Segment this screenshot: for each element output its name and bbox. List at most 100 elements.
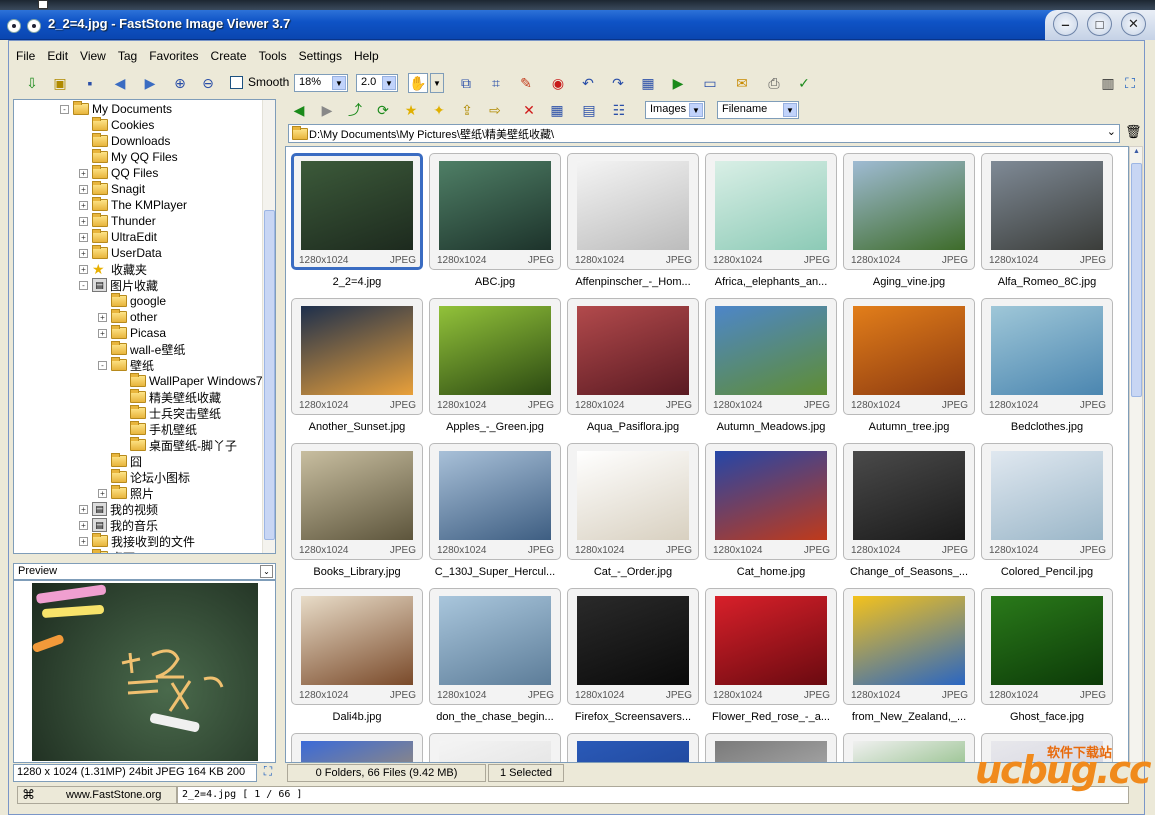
- previous-icon[interactable]: ◀: [110, 73, 130, 93]
- minimize-button[interactable]: ‒: [1053, 12, 1078, 36]
- thumbnail-filename[interactable]: Africa,_elephants_an...: [701, 276, 841, 288]
- zoom-out-icon[interactable]: ⊖: [198, 73, 218, 93]
- slideshow-icon[interactable]: ▶: [668, 73, 688, 93]
- thumbnail-filename[interactable]: Autumn_tree.jpg: [839, 421, 979, 433]
- tree-scrollbar[interactable]: [262, 100, 275, 553]
- thumbnail-item[interactable]: 1280x1024 JPEG: [429, 298, 561, 415]
- scroll-up-icon[interactable]: ▲: [1131, 148, 1142, 160]
- tree-item[interactable]: + UserData: [79, 245, 162, 261]
- view-filter-select[interactable]: Images ▼: [645, 101, 705, 119]
- red-eye-icon[interactable]: ◉: [548, 73, 568, 93]
- window-menu-icon[interactable]: [7, 19, 21, 33]
- print-icon[interactable]: ⎙: [764, 73, 784, 93]
- tree-item[interactable]: Cookies: [79, 117, 154, 133]
- refresh-icon[interactable]: ⟳: [373, 100, 393, 120]
- thumbnail-item[interactable]: 1280x1024 JPEG: [843, 588, 975, 705]
- forward-icon[interactable]: ▶: [317, 100, 337, 120]
- scale-select[interactable]: 2.0 ▼: [356, 74, 398, 92]
- thumbnail-filename[interactable]: Cat_-_Order.jpg: [563, 566, 703, 578]
- thumbnail-item[interactable]: 1280x1024 JPEG: [981, 443, 1113, 560]
- fullscreen-icon[interactable]: ▭: [700, 73, 720, 93]
- chevron-down-icon[interactable]: ⌄: [1107, 125, 1116, 138]
- thumbnail-filename[interactable]: Apples_-_Green.jpg: [425, 421, 565, 433]
- thumbnail-filename[interactable]: Books_Library.jpg: [287, 566, 427, 578]
- thumbnail-scroll-thumb[interactable]: [1131, 163, 1142, 397]
- thumbnail-item[interactable]: [705, 733, 837, 762]
- tree-item[interactable]: Downloads: [79, 133, 170, 149]
- menu-edit[interactable]: Edit: [41, 47, 74, 67]
- tree-item[interactable]: 桌面壁纸-脚丫子: [117, 437, 237, 453]
- thumbnail-item[interactable]: 1280x1024 JPEG: [705, 298, 837, 415]
- menu-file[interactable]: File: [10, 47, 41, 67]
- chevron-down-icon[interactable]: ⌄: [260, 565, 273, 578]
- thumbnail-item[interactable]: 1280x1024 JPEG: [291, 153, 423, 270]
- thumbnail-filename[interactable]: from_New_Zealand,_...: [839, 711, 979, 723]
- folder-up-icon[interactable]: ⤴: [345, 100, 365, 120]
- thumbnail-filename[interactable]: Autumn_Meadows.jpg: [701, 421, 841, 433]
- menu-help[interactable]: Help: [348, 47, 385, 67]
- tree-item[interactable]: + The KMPlayer: [79, 197, 187, 213]
- thumbnail-item[interactable]: 1280x1024 JPEG: [567, 153, 699, 270]
- thumbnail-filename[interactable]: Firefox_Screensavers...: [563, 711, 703, 723]
- sort-select[interactable]: Filename ▼: [717, 101, 799, 119]
- compare-icon[interactable]: ▦: [638, 73, 658, 93]
- tree-item[interactable]: + other: [98, 309, 157, 325]
- tree-item[interactable]: 士兵突击壁纸: [117, 405, 221, 421]
- thumbnail-filename[interactable]: 2_2=4.jpg: [287, 276, 427, 288]
- thumbnail-item[interactable]: [291, 733, 423, 762]
- expand-icon[interactable]: +: [98, 328, 107, 338]
- thumbnail-item[interactable]: 1280x1024 JPEG: [291, 588, 423, 705]
- thumbnail-item[interactable]: 1280x1024 JPEG: [705, 443, 837, 560]
- acquire-icon[interactable]: ▣: [50, 73, 70, 93]
- zoom-select[interactable]: 18% ▼: [294, 74, 348, 92]
- crop-icon[interactable]: ⌗: [486, 73, 506, 93]
- close-button[interactable]: ✕: [1121, 12, 1146, 36]
- expand-icon[interactable]: +: [79, 552, 88, 553]
- thumbnail-item[interactable]: 1280x1024 JPEG: [291, 298, 423, 415]
- thumbnail-filename[interactable]: C_130J_Super_Hercul...: [425, 566, 565, 578]
- rotate-right-icon[interactable]: ↷: [608, 73, 628, 93]
- thumbnail-filename[interactable]: Aging_vine.jpg: [839, 276, 979, 288]
- open-icon[interactable]: ⇩: [22, 73, 42, 93]
- thumbnail-filename[interactable]: Affenpinscher_-_Hom...: [563, 276, 703, 288]
- thumbnail-scrollbar[interactable]: ▲: [1129, 146, 1143, 763]
- expand-icon[interactable]: +: [79, 264, 88, 274]
- tree-item[interactable]: WallPaper Windows7: [117, 373, 263, 389]
- tree-item[interactable]: google: [98, 293, 166, 309]
- back-icon[interactable]: ◀: [289, 100, 309, 120]
- copy-to-icon[interactable]: ⇪: [457, 100, 477, 120]
- thumbnail-item[interactable]: 1280x1024 JPEG: [567, 588, 699, 705]
- rotate-left-icon[interactable]: ↶: [578, 73, 598, 93]
- maximize-button[interactable]: □: [1087, 12, 1112, 36]
- delete-icon[interactable]: ✕: [519, 100, 539, 120]
- thumbnail-filename[interactable]: Ghost_face.jpg: [977, 711, 1117, 723]
- tree-item[interactable]: 精美壁纸收藏: [117, 389, 221, 405]
- thumbnail-filename[interactable]: Dali4b.jpg: [287, 711, 427, 723]
- details-view-icon[interactable]: ☷: [609, 100, 629, 120]
- collapse-icon[interactable]: -: [60, 104, 69, 114]
- tree-item[interactable]: - ▤ 图片收藏: [79, 277, 158, 293]
- thumbnail-item[interactable]: [567, 733, 699, 762]
- thumbnail-filename[interactable]: don_the_chase_begin...: [425, 711, 565, 723]
- expand-icon[interactable]: +: [79, 232, 88, 242]
- tree-item[interactable]: wall-e壁纸: [98, 341, 185, 357]
- menu-view[interactable]: View: [74, 47, 112, 67]
- tree-item[interactable]: + Snagit: [79, 181, 145, 197]
- new-folder-icon[interactable]: ✦: [429, 100, 449, 120]
- menu-favorites[interactable]: Favorites: [143, 47, 204, 67]
- tree-item[interactable]: + 桌面: [79, 549, 135, 553]
- zoom-in-icon[interactable]: ⊕: [170, 73, 190, 93]
- tree-item[interactable]: 论坛小图标: [98, 469, 190, 485]
- next-icon[interactable]: ▶: [140, 73, 160, 93]
- collapse-icon[interactable]: -: [79, 280, 88, 290]
- expand-icon[interactable]: +: [79, 216, 88, 226]
- expand-icon[interactable]: +: [79, 248, 88, 258]
- menu-create[interactable]: Create: [205, 47, 253, 67]
- collapse-icon[interactable]: -: [98, 360, 107, 370]
- menu-tools[interactable]: Tools: [253, 47, 293, 67]
- tree-item[interactable]: My QQ Files: [79, 149, 178, 165]
- tree-item[interactable]: + ★ 收藏夹: [79, 261, 147, 277]
- expand-icon[interactable]: +: [79, 504, 88, 514]
- fit-icon[interactable]: ⛶: [259, 764, 277, 782]
- thumbnail-item[interactable]: 1280x1024 JPEG: [981, 298, 1113, 415]
